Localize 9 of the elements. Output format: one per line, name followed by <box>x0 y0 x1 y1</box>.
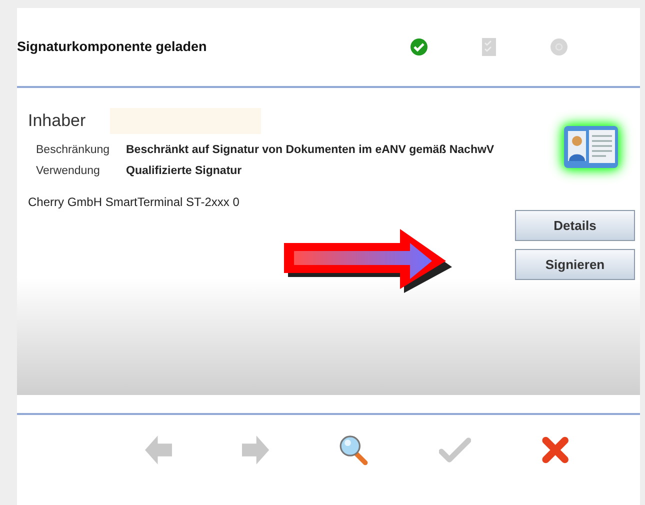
reader-name: Cherry GmbH SmartTerminal ST-2xxx 0 <box>28 194 240 210</box>
holder-label: Inhaber <box>28 110 86 132</box>
property-label: Beschränkung <box>36 143 111 158</box>
property-value: Qualifizierte Signatur <box>126 164 242 180</box>
property-label: Verwendung <box>36 164 101 180</box>
action-button[interactable]: Signieren <box>515 249 635 280</box>
status-title: Signaturkomponente geladen <box>17 38 208 56</box>
property-value: Beschränkt auf Signatur von Dokumenten im eANV gemäß NachwV <box>126 143 494 158</box>
action-button[interactable]: Details <box>515 210 635 241</box>
